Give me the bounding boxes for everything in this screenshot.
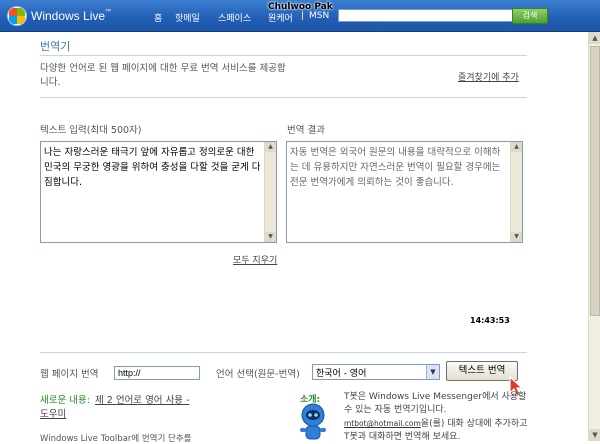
left-margin (0, 32, 28, 441)
tbot-robot-icon (300, 403, 326, 440)
result-scrollbar[interactable]: ▲ ▼ (510, 142, 522, 242)
nav-onecare[interactable]: 원케어 (268, 11, 293, 24)
brand-name: Windows Live™ (31, 9, 112, 23)
url-input[interactable] (114, 366, 200, 380)
windows-flag-icon (8, 7, 26, 25)
user-name[interactable]: Chulwoo Pak (268, 2, 333, 12)
translate-text-button[interactable]: 텍스트 번역 (446, 361, 518, 381)
toolbar-note: Windows Live Toolbar에 번역기 단추를 (40, 434, 192, 444)
source-scroll-up-icon[interactable]: ▲ (265, 142, 276, 152)
result-text: 자동 번역은 외국어 원문의 내용을 대략적으로 이해하는 데 유용하지만 자연… (290, 147, 501, 188)
source-text-area[interactable]: 나는 자랑스러운 태극기 앞에 자유롭고 정의로운 대한민국의 무궁한 영광을 … (40, 141, 277, 243)
search-button[interactable]: 검색 (512, 8, 548, 24)
scroll-thumb[interactable] (590, 46, 600, 316)
source-scroll-down-icon[interactable]: ▼ (265, 232, 276, 242)
english-second-language-link[interactable]: 제 2 언어로 영어 사용 - (95, 392, 190, 406)
nav-msn[interactable]: MSN (309, 11, 329, 21)
section-divider (40, 352, 527, 353)
search-input[interactable] (338, 9, 517, 22)
result-scroll-up-icon[interactable]: ▲ (511, 142, 522, 152)
windows-live-logo[interactable]: Windows Live™ (8, 6, 111, 26)
nav-spaces[interactable]: 스페이스 (218, 11, 251, 24)
webpage-translate-label: 웹 페이지 번역 (40, 369, 99, 380)
result-scroll-down-icon[interactable]: ▼ (511, 232, 522, 242)
helper-link[interactable]: 도우미 (40, 406, 66, 420)
input-label: 텍스트 입력(최대 500자) (40, 125, 142, 136)
tbot-email-link[interactable]: mtbot@hotmail.com (344, 419, 421, 428)
language-selected-value: 한국어 - 영어 (316, 369, 367, 379)
page-scrollbar[interactable]: ▲ ▼ (588, 32, 600, 441)
title-divider (40, 55, 527, 56)
desc-divider (40, 97, 527, 98)
scroll-down-arrow-icon[interactable]: ▼ (589, 429, 600, 441)
source-text: 나는 자랑스러운 태극기 앞에 자유롭고 정의로운 대한민국의 무궁한 영광을 … (44, 147, 261, 188)
nav-separator: | (301, 11, 305, 21)
source-scrollbar[interactable]: ▲ ▼ (264, 142, 276, 242)
language-select[interactable]: 한국어 - 영어 ▼ (312, 364, 440, 380)
output-label: 번역 결과 (287, 125, 325, 136)
whats-new-label: 새로운 내용: (40, 395, 90, 406)
result-text-area[interactable]: 자동 번역은 외국어 원문의 내용을 대략적으로 이해하는 데 유용하지만 자연… (286, 141, 523, 243)
add-favorite-link[interactable]: 즐겨찾기에 추가 (458, 70, 519, 83)
page-title: 번역기 (40, 40, 71, 53)
clock-display: 14:43:53 (470, 316, 510, 325)
windows-live-header: Windows Live™ 홈 핫메일 스페이스 원케어 | MSN Chulw… (0, 0, 600, 32)
page-description: 다양한 언어로 된 웹 페이지에 대한 무료 번역 서비스를 제공합니다. (40, 63, 286, 88)
language-select-label: 언어 선택(원문-번역) (216, 369, 300, 380)
intro-line-1: T봇은 Windows Live Messenger에서 사용할 수 있는 자동… (344, 392, 527, 415)
nav-home[interactable]: 홈 (154, 11, 162, 24)
scroll-up-arrow-icon[interactable]: ▲ (589, 32, 600, 44)
clear-all-link[interactable]: 모두 지우기 (233, 253, 277, 266)
nav-hotmail[interactable]: 핫메일 (175, 11, 200, 24)
dropdown-arrow-icon[interactable]: ▼ (426, 365, 439, 379)
intro-text: T봇은 Windows Live Messenger에서 사용할 수 있는 자동… (344, 391, 529, 444)
